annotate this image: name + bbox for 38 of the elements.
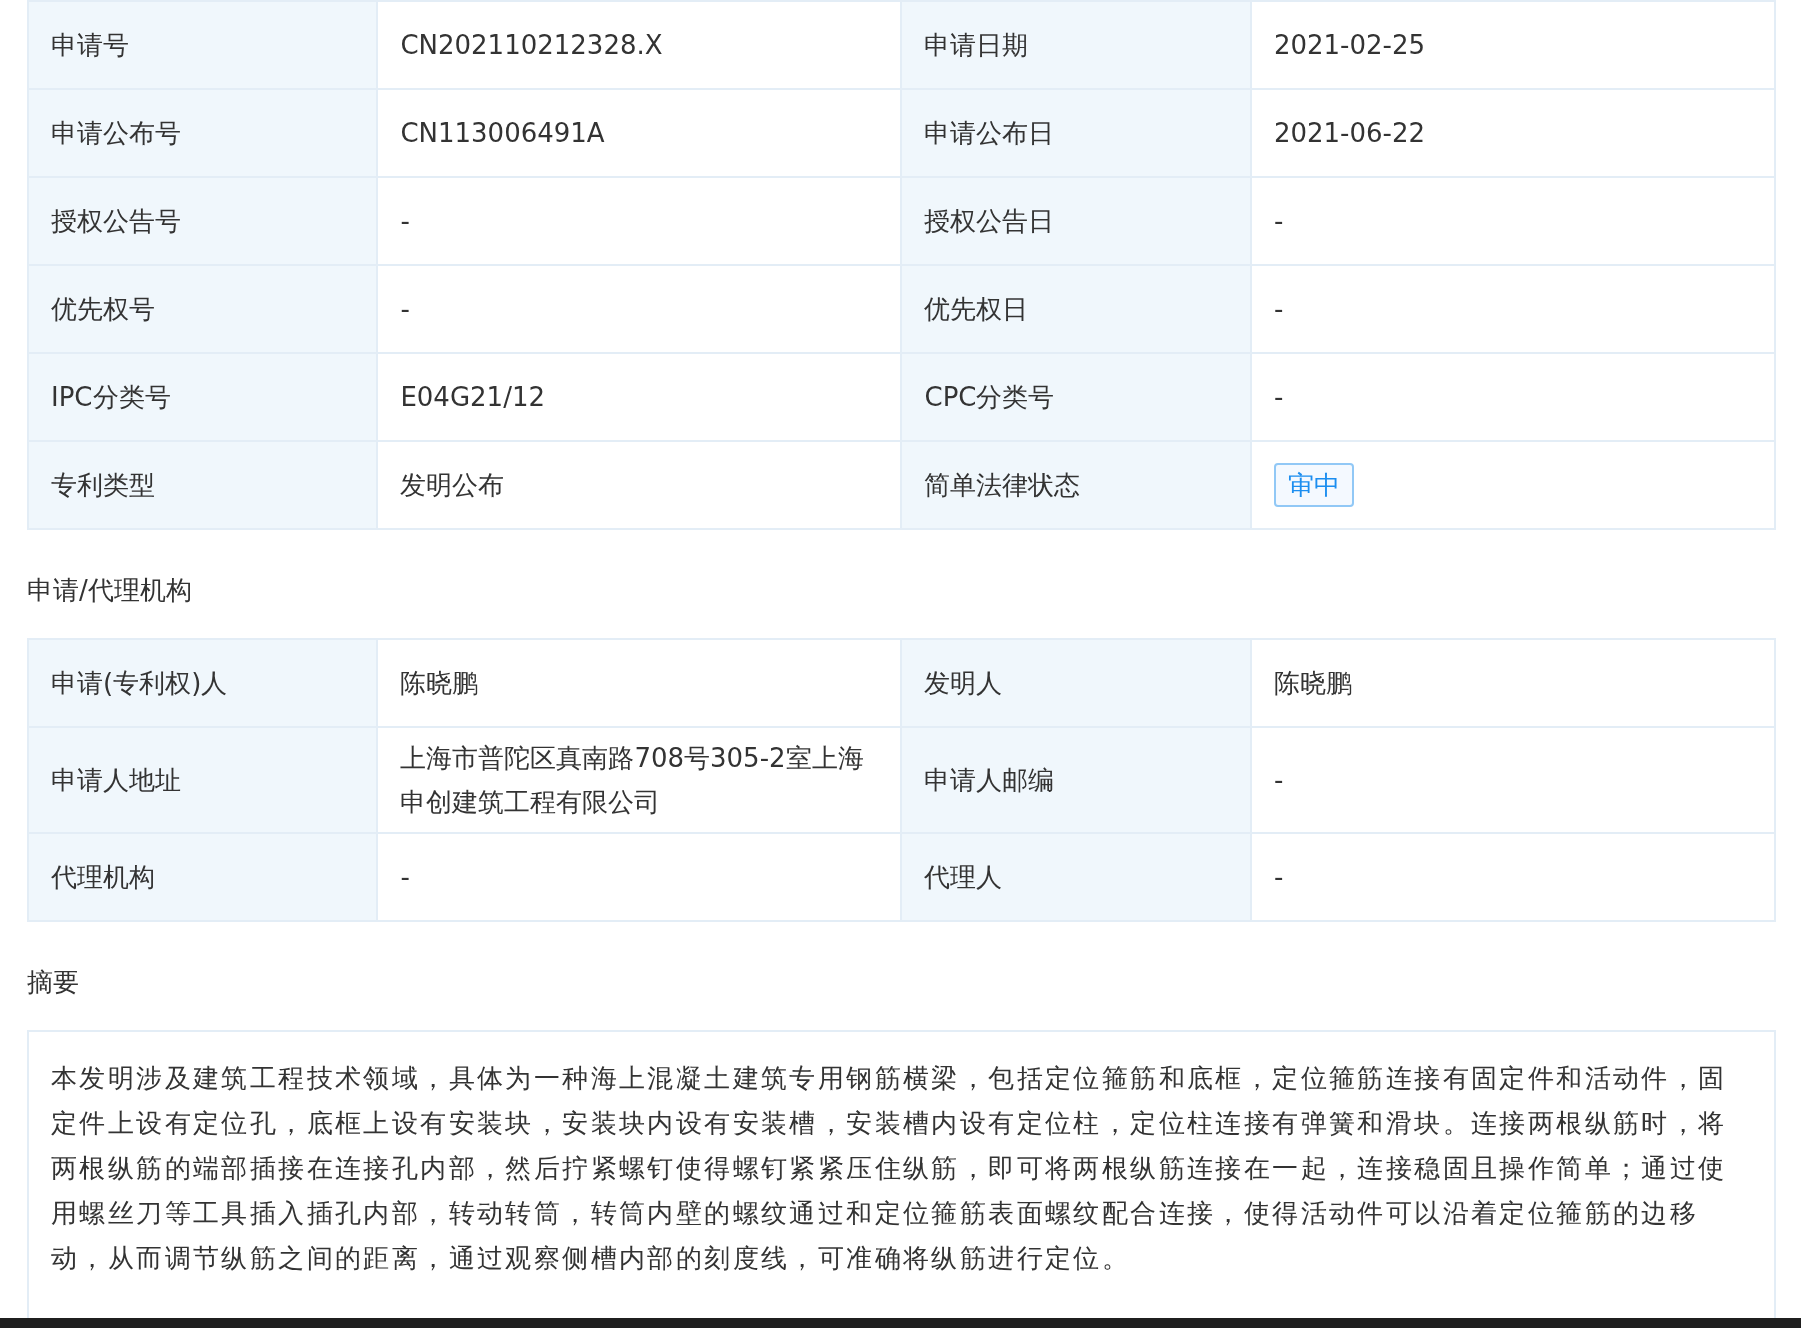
field-label: 授权公告号	[28, 177, 378, 265]
section-title: 申请/代理机构	[27, 574, 193, 607]
field-label: 代理人	[901, 833, 1251, 921]
field-label: 申请公布日	[901, 89, 1251, 177]
field-value: 陈晓鹏	[1250, 639, 1775, 727]
status-tag: 审中	[1273, 463, 1354, 507]
field-label: 申请人地址	[28, 727, 378, 833]
field-value: CN202110212328.X	[377, 1, 902, 89]
field-value: 2021-02-25	[1250, 1, 1775, 89]
field-value: -	[1250, 727, 1775, 833]
field-value: -	[377, 833, 902, 921]
field-value: -	[377, 265, 902, 353]
field-value: -	[1250, 177, 1775, 265]
field-label: 申请号	[28, 1, 378, 89]
field-value: 2021-06-22	[1250, 89, 1775, 177]
field-label: 发明人	[901, 639, 1251, 727]
field-value: 陈晓鹏	[377, 639, 902, 727]
field-label: 优先权日	[901, 265, 1251, 353]
field-label: CPC分类号	[901, 353, 1251, 441]
field-value: -	[377, 177, 902, 265]
section-title: 摘要	[27, 966, 80, 999]
field-value: E04G21/12	[377, 353, 902, 441]
field-label: 申请(专利权)人	[28, 639, 378, 727]
field-label: 代理机构	[28, 833, 378, 921]
field-label: 申请公布号	[28, 89, 378, 177]
field-label: 简单法律状态	[901, 441, 1251, 529]
field-label: 专利类型	[28, 441, 378, 529]
field-value: -	[1250, 265, 1775, 353]
field-value: 发明公布	[377, 441, 902, 529]
field-label: 申请日期	[901, 1, 1251, 89]
field-value: 上海市普陀区真南路708号305-2室上海申创建筑工程有限公司	[377, 727, 902, 833]
field-label: IPC分类号	[28, 353, 378, 441]
field-label: 优先权号	[28, 265, 378, 353]
field-label: 授权公告日	[901, 177, 1251, 265]
field-value: -	[1250, 353, 1775, 441]
field-value: -	[1250, 833, 1775, 921]
field-value: CN113006491A	[377, 89, 902, 177]
field-label: 申请人邮编	[901, 727, 1251, 833]
